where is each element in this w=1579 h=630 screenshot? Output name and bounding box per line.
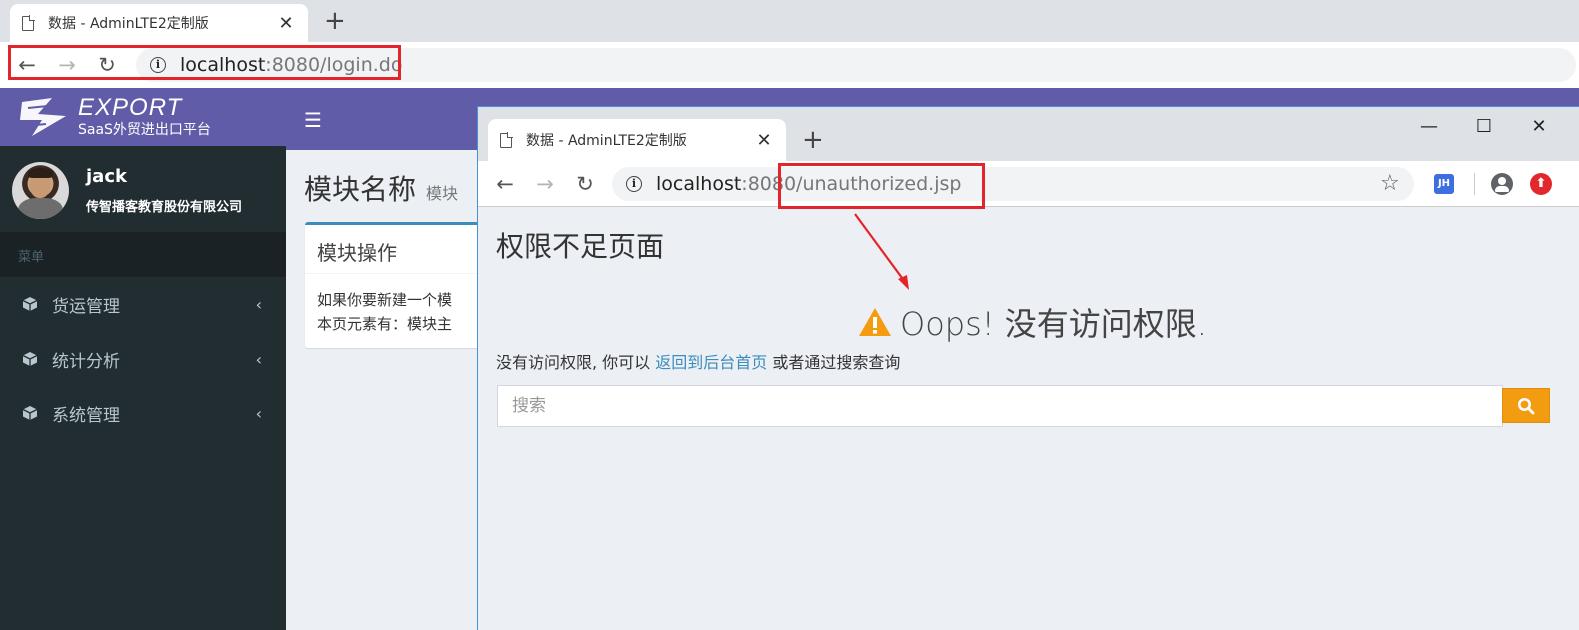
cube-icon [22, 297, 38, 311]
logo[interactable]: EXPORT SaaS外贸进出口平台 [0, 88, 286, 146]
annotation-box-login-url [8, 45, 401, 80]
close-tab-icon[interactable]: ✕ [276, 13, 296, 34]
warning-icon [859, 308, 891, 336]
cube-icon [22, 352, 38, 366]
sidebar-item-shipping[interactable]: 货运管理 ‹ [0, 277, 286, 331]
box-text-line: 如果你要新建一个模 [317, 291, 453, 309]
page-title: 模块名称 模块 [304, 168, 458, 208]
user-company: 传智播客教育股份有限公司 [86, 200, 243, 215]
sidebar-item-statistics[interactable]: 统计分析 ‹ [0, 332, 286, 386]
avatar [12, 162, 69, 219]
search-input[interactable] [497, 385, 1503, 427]
new-tab-icon[interactable]: + [324, 8, 346, 34]
page-title-text: 模块名称 [304, 173, 417, 206]
box-title: 模块操作 [317, 241, 397, 265]
box-text-line: 本页元素有：模块主 [317, 315, 453, 333]
minimize-icon[interactable]: — [1406, 115, 1452, 139]
unauthorized-browser-window: 数据 - AdminLTE2定制版 ✕ + — ☐ ✕ ← → ↻ i loca… [477, 106, 1579, 630]
inner-url-host: localhost [656, 173, 742, 195]
chevron-left-icon: ‹ [255, 403, 262, 423]
user-panel: jack 传智播客教育股份有限公司 [0, 146, 286, 232]
extension-jh-icon[interactable]: JH [1434, 174, 1454, 194]
inner-toolbar: ← → ↻ i localhost:8080/unauthorized.jsp … [478, 161, 1579, 207]
outer-browser-tab[interactable]: 数据 - AdminLTE2定制版 ✕ [10, 4, 308, 42]
error-desc-prefix: 没有访问权限, 你可以 [496, 353, 656, 372]
error-page-title: 权限不足页面 [496, 230, 665, 263]
sidebar-item-system[interactable]: 系统管理 ‹ [0, 386, 286, 440]
close-tab-icon[interactable]: ✕ [754, 130, 774, 151]
toolbar-separator [1474, 173, 1475, 195]
error-description: 没有访问权限, 你可以 返回到后台首页 或者通过搜索查询 [496, 349, 900, 373]
export-logo-icon [20, 98, 66, 136]
cube-icon [22, 406, 38, 420]
forward-icon[interactable]: → [532, 171, 558, 197]
outer-tab-strip: 数据 - AdminLTE2定制版 ✕ + [0, 0, 1579, 42]
sidebar: jack 传智播客教育股份有限公司 菜单 货运管理 ‹ 统计分析 ‹ 系统管理 … [0, 146, 286, 630]
inner-address-bar[interactable]: i localhost:8080/unauthorized.jsp ☆ [612, 167, 1414, 201]
chevron-left-icon: ‹ [255, 349, 262, 369]
sidebar-item-label: 系统管理 [52, 405, 120, 426]
inner-browser-tab[interactable]: 数据 - AdminLTE2定制版 ✕ [488, 119, 786, 161]
menu-header: 菜单 [0, 232, 286, 277]
outer-tab-title: 数据 - AdminLTE2定制版 [48, 16, 209, 32]
site-info-icon[interactable]: i [626, 176, 642, 192]
back-icon[interactable]: ← [492, 171, 518, 197]
maximize-icon[interactable]: ☐ [1461, 115, 1507, 139]
sidebar-item-label: 统计分析 [52, 351, 120, 372]
error-headline: Oops! 没有访问权限. [858, 299, 1207, 345]
error-headline-text: Oops! 没有访问权限. [900, 305, 1207, 343]
bookmark-star-icon[interactable]: ☆ [1380, 171, 1400, 196]
account-icon[interactable] [1491, 173, 1513, 195]
search-button[interactable] [1502, 388, 1550, 423]
inner-tab-title: 数据 - AdminLTE2定制版 [526, 133, 687, 149]
sidebar-item-label: 货运管理 [52, 296, 120, 317]
annotation-box-unauthorized-url [778, 163, 985, 209]
search-icon [1518, 397, 1535, 414]
sidebar-toggle-icon[interactable]: ☰ [304, 108, 322, 132]
document-icon [500, 132, 513, 148]
user-name: jack [86, 166, 127, 187]
chevron-left-icon: ‹ [255, 294, 262, 314]
reload-icon[interactable]: ↻ [572, 171, 598, 197]
error-desc-suffix: 或者通过搜索查询 [767, 353, 901, 372]
update-icon[interactable]: ⬆ [1530, 173, 1552, 195]
brand-name: EXPORT [78, 94, 183, 121]
brand-subtitle: SaaS外贸进出口平台 [78, 122, 211, 138]
inner-tab-strip: 数据 - AdminLTE2定制版 ✕ + — ☐ ✕ [478, 107, 1579, 161]
close-window-icon[interactable]: ✕ [1516, 115, 1562, 139]
back-to-dashboard-link[interactable]: 返回到后台首页 [655, 353, 767, 372]
document-icon [22, 15, 35, 31]
page-subtitle: 模块 [426, 184, 459, 203]
new-tab-icon[interactable]: + [802, 127, 824, 153]
